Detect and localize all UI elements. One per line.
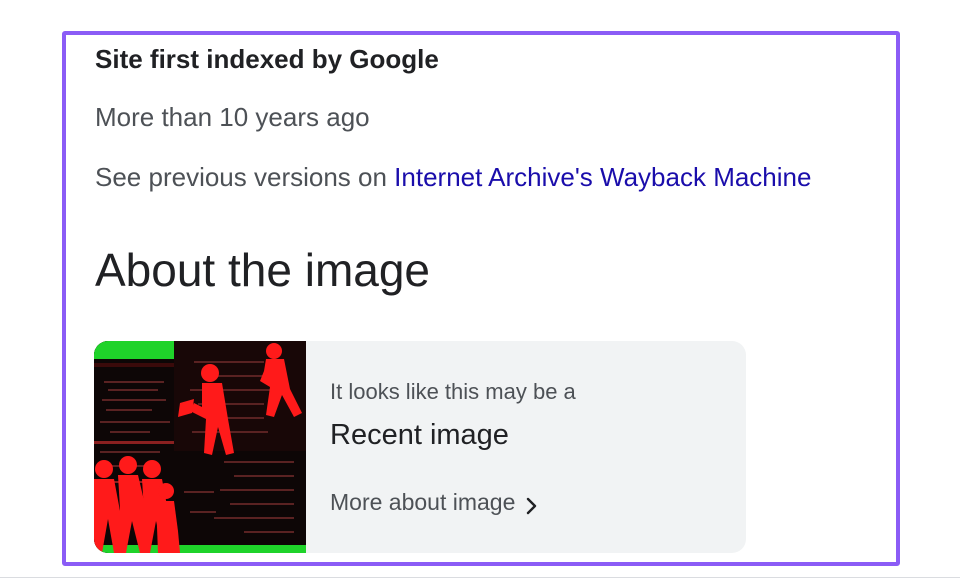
image-info-card[interactable]: It looks like this may be a Recent image… [94,341,746,553]
site-indexed-label: Site first indexed by Google [95,44,439,74]
wayback-machine-link[interactable]: Internet Archive's Wayback Machine [394,162,811,192]
site-indexed-value: More than 10 years ago [95,102,370,132]
divider [0,577,960,578]
wayback-prefix: See previous versions on [95,162,395,192]
chevron-right-icon [525,494,539,514]
more-about-image-label: More about image [330,489,516,515]
card-pretext: It looks like this may be a [330,379,576,404]
card-title: Recent image [330,419,509,451]
wayback-line: See previous versions on Internet Archiv… [95,162,811,193]
image-thumbnail [94,341,306,553]
about-image-heading: About the image [95,244,431,296]
more-about-image-link[interactable]: More about image [330,489,539,516]
